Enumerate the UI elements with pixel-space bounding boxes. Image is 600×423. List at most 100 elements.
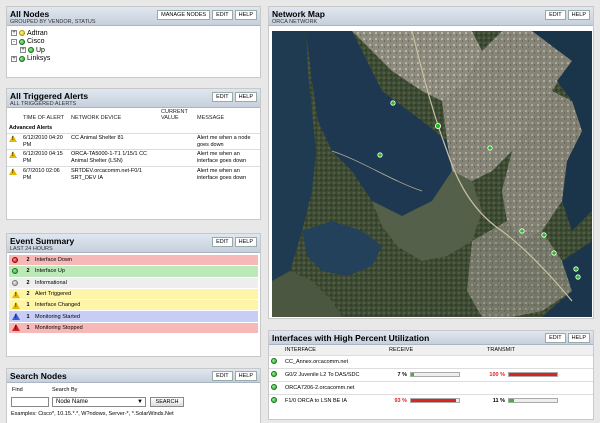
alert-value bbox=[159, 132, 195, 150]
monitoring-started-icon bbox=[12, 313, 20, 321]
utilization-interface-row[interactable]: G0/2 Juvenile L2 To DAS/SDC 7 % 100 % bbox=[269, 368, 593, 382]
network-map-title: Network Map bbox=[272, 9, 325, 19]
search-by-label: Search By bbox=[52, 387, 78, 393]
tree-item-adtran[interactable]: + Adtran bbox=[11, 29, 256, 38]
alert-message: Alert me when an interface goes down bbox=[195, 165, 260, 183]
network-map-header: Network Map ORCA NETWORK EDIT HELP bbox=[269, 7, 593, 26]
search-examples: Examples: Cisco*, 10.15.*.*, W?ndows, Se… bbox=[11, 411, 174, 417]
manage-nodes-button[interactable]: MANAGE NODES bbox=[157, 10, 211, 20]
network-map-subtitle: ORCA NETWORK bbox=[272, 19, 318, 25]
receive-percent: 93 % bbox=[394, 398, 407, 405]
alert-group-row: Advanced Alerts bbox=[7, 122, 260, 133]
event-label[interactable]: Interface Down bbox=[33, 257, 72, 263]
event-label[interactable]: Alert Triggered bbox=[33, 291, 71, 297]
collapse-icon[interactable]: - bbox=[11, 38, 17, 45]
event-row-interface-changed[interactable]: 1 Interface Changed bbox=[9, 300, 258, 312]
edit-button[interactable]: EDIT bbox=[212, 371, 233, 381]
warning-icon bbox=[12, 290, 20, 298]
edit-button[interactable]: EDIT bbox=[545, 10, 566, 20]
all-nodes-header: All Nodes GROUPED BY VENDOR, STATUS MANA… bbox=[7, 7, 260, 26]
tree-item-label[interactable]: Cisco bbox=[27, 38, 45, 45]
column-header[interactable]: TRANSMIT bbox=[485, 345, 593, 356]
help-button[interactable]: HELP bbox=[567, 10, 590, 20]
event-summary-subtitle: LAST 24 HOURS bbox=[10, 246, 53, 252]
expand-icon[interactable]: + bbox=[20, 47, 26, 54]
alert-device-link[interactable]: CC Animal Shelter 81 bbox=[69, 132, 159, 150]
edit-button[interactable]: EDIT bbox=[212, 10, 233, 20]
tree-item-linksys[interactable]: + Linksys bbox=[11, 55, 256, 64]
utilization-node-row[interactable]: CC_Annex.orcacomm.net bbox=[269, 355, 593, 369]
help-button[interactable]: HELP bbox=[567, 333, 590, 343]
alerts-table: TIME OF ALERT NETWORK DEVICE CURRENT VAL… bbox=[7, 108, 260, 183]
column-header[interactable]: TIME OF ALERT bbox=[21, 108, 69, 122]
event-count: 2 bbox=[26, 257, 30, 264]
status-up-icon bbox=[271, 397, 277, 404]
edit-button[interactable]: EDIT bbox=[212, 92, 233, 102]
warning-icon bbox=[9, 134, 17, 143]
utilization-interface-row[interactable]: F1/0 ORCA to LSN BE IA 93 % 11 % bbox=[269, 394, 593, 408]
utilization-header: Interfaces with High Percent Utilization… bbox=[269, 331, 593, 345]
status-up-icon bbox=[271, 358, 277, 364]
event-label[interactable]: Interface Up bbox=[33, 268, 65, 274]
node-name-link[interactable]: CC_Annex.orcacomm.net bbox=[283, 355, 593, 369]
interface-down-icon bbox=[12, 257, 18, 264]
alert-row[interactable]: 6/7/2010 02:06 PM SRTDEV.orcacomm.net-F0… bbox=[7, 165, 260, 183]
utilization-node-row[interactable]: ORCA7206-2.orcacomm.net bbox=[269, 381, 593, 395]
column-header[interactable]: RECEIVE bbox=[387, 345, 485, 356]
tree-item-label[interactable]: Linksys bbox=[27, 55, 50, 62]
column-header[interactable]: NETWORK DEVICE bbox=[69, 108, 159, 122]
edit-button[interactable]: EDIT bbox=[212, 237, 233, 247]
event-count: 2 bbox=[26, 279, 30, 286]
tree-item-cisco-up[interactable]: + Up bbox=[11, 46, 256, 55]
event-label[interactable]: Monitoring Started bbox=[33, 314, 80, 320]
alert-row[interactable]: 6/12/2010 04:20 PM CC Animal Shelter 81 … bbox=[7, 132, 260, 150]
chevron-down-icon: ▼ bbox=[137, 399, 143, 405]
alert-device-link[interactable]: SRTDEV.orcacomm.net-F0/1 SRT_DEV IA bbox=[69, 165, 159, 183]
search-nodes-header: Search Nodes EDIT HELP bbox=[7, 369, 260, 383]
receive-cell: 93 % bbox=[387, 394, 485, 408]
warning-icon bbox=[9, 151, 17, 159]
expand-icon[interactable]: + bbox=[11, 30, 17, 37]
alert-group-label: Advanced Alerts bbox=[9, 125, 53, 131]
interface-name-link[interactable]: G0/2 Juvenile L2 To DAS/SDC bbox=[283, 368, 387, 382]
satellite-map-image[interactable] bbox=[272, 31, 592, 317]
find-input[interactable] bbox=[11, 397, 49, 407]
event-row-alert-triggered[interactable]: 2 Alert Triggered bbox=[9, 288, 258, 301]
alert-value bbox=[159, 149, 195, 167]
interface-name-link[interactable]: F1/0 ORCA to LSN BE IA bbox=[283, 394, 387, 408]
utilization-title: Interfaces with High Percent Utilization bbox=[272, 333, 430, 343]
column-header[interactable]: MESSAGE bbox=[195, 108, 260, 122]
alert-value bbox=[159, 165, 195, 183]
status-up-icon bbox=[19, 38, 25, 45]
expand-icon[interactable]: + bbox=[11, 55, 17, 62]
event-count: 2 bbox=[26, 268, 30, 275]
event-row-interface-down[interactable]: 2 Interface Down bbox=[9, 255, 258, 267]
search-by-select[interactable]: Node Name ▼ bbox=[52, 397, 146, 407]
search-button[interactable]: SEARCH bbox=[150, 397, 184, 407]
event-row-monitoring-started[interactable]: 1 Monitoring Started bbox=[9, 311, 258, 323]
event-label[interactable]: Interface Changed bbox=[33, 302, 80, 308]
event-label[interactable]: Monitoring Stopped bbox=[33, 325, 83, 331]
event-row-interface-up[interactable]: 2 Interface Up bbox=[9, 266, 258, 278]
column-header[interactable]: INTERFACE bbox=[283, 345, 387, 356]
event-count: 1 bbox=[26, 324, 30, 331]
event-row-informational[interactable]: 2 Informational bbox=[9, 277, 258, 289]
alert-row[interactable]: 6/12/2010 04:15 PM ORCA-TA5000-1-T1 1/15… bbox=[7, 149, 260, 167]
tree-item-cisco[interactable]: - Cisco bbox=[11, 38, 256, 47]
edit-button[interactable]: EDIT bbox=[545, 333, 566, 343]
tree-item-label[interactable]: Up bbox=[36, 47, 45, 54]
alert-device-link[interactable]: ORCA-TA5000-1-T1 1/15/1 CC Animal Shelte… bbox=[69, 149, 159, 167]
help-button[interactable]: HELP bbox=[234, 371, 257, 381]
node-name-link[interactable]: ORCA7206-2.orcacomm.net bbox=[283, 381, 593, 395]
help-button[interactable]: HELP bbox=[234, 10, 257, 20]
help-button[interactable]: HELP bbox=[234, 92, 257, 102]
tree-item-label[interactable]: Adtran bbox=[27, 30, 48, 37]
event-list: 2 Interface Down 2 Interface Up 2 Inform… bbox=[7, 253, 260, 335]
transmit-bar bbox=[508, 398, 558, 404]
event-label[interactable]: Informational bbox=[33, 280, 67, 286]
column-header[interactable]: CURRENT VALUE bbox=[159, 108, 195, 122]
event-row-monitoring-stopped[interactable]: 1 Monitoring Stopped bbox=[9, 322, 258, 335]
transmit-percent: 11 % bbox=[492, 398, 505, 405]
search-nodes-panel: Search Nodes EDIT HELP Find Search By No… bbox=[6, 368, 261, 423]
help-button[interactable]: HELP bbox=[234, 237, 257, 247]
